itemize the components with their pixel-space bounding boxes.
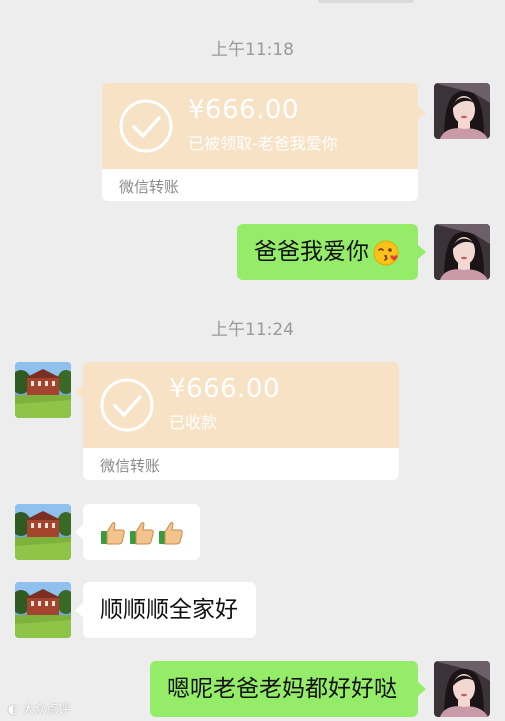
message-bubble-received[interactable] [83,504,200,560]
timestamp: 上午11:18 [211,40,294,60]
bubble-tail [75,603,83,617]
contact-avatar[interactable] [15,582,71,638]
transfer-status: 已收款 [169,413,218,432]
message-bubble-sent[interactable]: 嗯呢老爸老妈都好好哒 [150,661,418,717]
transfer-card-sent[interactable]: ¥666.00 已被领取-老爸我爱你 微信转账 [102,83,418,201]
my-avatar[interactable] [434,83,490,139]
woman-portrait-icon [434,661,490,717]
transfer-amount: ¥666.00 [188,95,300,125]
check-circle-icon [119,99,173,153]
thumbs-up-icon [159,521,183,544]
thumbs-up-icon [130,521,154,544]
message-text: 嗯呢老爸老妈都好好哒 [167,676,397,702]
my-avatar[interactable] [434,661,490,717]
bubble-tail [418,106,426,120]
timestamp: 上午11:24 [211,320,294,340]
bubble-tail [75,525,83,539]
house-lawn-photo-icon [15,504,71,560]
contact-avatar[interactable] [15,362,71,418]
my-avatar[interactable] [434,224,490,280]
watermark: ◐ 大众点评 [8,700,70,717]
woman-portrait-icon [434,83,490,139]
weibo-icon: ◐ [8,702,19,716]
scroll-edge [318,0,414,3]
woman-portrait-icon [434,224,490,280]
thumbs-up-icon [101,521,125,544]
transfer-footer-label: 微信转账 [119,178,180,196]
bubble-tail [75,385,83,399]
kissing-face-icon [373,240,399,265]
transfer-amount: ¥666.00 [169,374,281,404]
bubble-tail [418,682,426,696]
house-lawn-photo-icon [15,362,71,418]
message-text: 爸爸我爱你 [254,239,369,265]
check-circle-icon [100,378,154,432]
bubble-tail [418,245,426,259]
watermark-text: 大众点评 [22,702,71,716]
message-bubble-sent[interactable]: 爸爸我爱你 [237,224,418,280]
transfer-status: 已被领取-老爸我爱你 [188,134,338,153]
message-bubble-received[interactable]: 顺顺顺全家好 [83,582,256,638]
message-text: 顺顺顺全家好 [100,597,238,623]
transfer-card-received[interactable]: ¥666.00 已收款 微信转账 [83,362,399,480]
contact-avatar[interactable] [15,504,71,560]
house-lawn-photo-icon [15,582,71,638]
transfer-footer-label: 微信转账 [100,457,161,475]
